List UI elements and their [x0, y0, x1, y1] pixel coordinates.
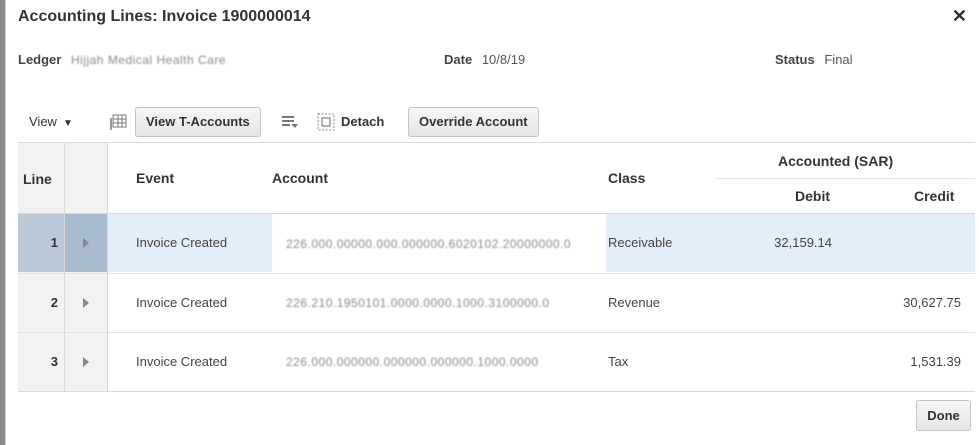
- close-icon[interactable]: ✕: [952, 6, 967, 26]
- column-header-event[interactable]: Event: [136, 170, 174, 186]
- event-cell: Invoice Created: [136, 235, 228, 250]
- line-number: 2: [50, 295, 58, 310]
- column-header-credit[interactable]: Credit: [914, 188, 954, 204]
- column-header-debit[interactable]: Debit: [795, 188, 830, 204]
- accounting-lines-table: Line Event Account Class Accounted (SAR)…: [18, 142, 975, 392]
- detach-button[interactable]: Detach: [341, 114, 384, 129]
- credit-cell: 30,627.75: [903, 295, 961, 310]
- account-value: 226.000.000000.000000.000000.1000.0000: [286, 355, 539, 369]
- debit-cell: 32,159.14: [774, 235, 832, 250]
- group-header-divider: [715, 178, 975, 179]
- account-cell: 226.000.00000.000.000000.6020102.2000000…: [272, 214, 606, 272]
- freeze-columns-icon[interactable]: [109, 112, 129, 132]
- caret-down-icon: ▼: [62, 118, 73, 129]
- status-value: Final: [824, 52, 853, 67]
- credit-cell: 1,531.39: [910, 354, 961, 369]
- column-header-line[interactable]: Line: [23, 171, 52, 187]
- column-divider: [107, 143, 108, 391]
- line-number: 1: [50, 235, 58, 250]
- class-cell: Tax: [608, 354, 629, 369]
- expand-row-icon[interactable]: [83, 357, 89, 367]
- date-label: Date: [444, 52, 473, 67]
- column-header-account[interactable]: Account: [272, 170, 328, 186]
- override-account-button[interactable]: Override Account: [408, 107, 539, 137]
- expand-row-icon[interactable]: [83, 238, 89, 248]
- view-t-accounts-button[interactable]: View T-Accounts: [135, 107, 261, 137]
- table-row[interactable]: 1 Invoice Created 226.000.00000.000.0000…: [18, 214, 975, 272]
- class-cell: Receivable: [608, 235, 673, 250]
- column-divider: [64, 143, 65, 391]
- date-field: Date 10/8/19: [444, 52, 525, 67]
- line-number: 3: [50, 354, 58, 369]
- account-value: 226.000.00000.000.000000.6020102.2000000…: [286, 237, 572, 251]
- ledger-label: Ledger: [18, 52, 62, 67]
- column-header-class[interactable]: Class: [608, 170, 645, 186]
- date-value: 10/8/19: [481, 52, 526, 67]
- status-field: Status Final: [775, 52, 853, 67]
- done-button[interactable]: Done: [916, 400, 971, 431]
- account-value: 226.210.1950101.0000.0000.1000.3100000.0: [286, 296, 550, 310]
- ledger-value: Hijjah Medical Health Care: [70, 53, 227, 67]
- table-row[interactable]: 3 Invoice Created 226.000.000000.000000.…: [18, 333, 975, 391]
- dialog-title: Accounting Lines: Invoice 1900000014: [18, 8, 311, 25]
- view-menu[interactable]: View ▼: [29, 114, 73, 129]
- account-cell: 226.000.000000.000000.000000.1000.0000: [272, 333, 606, 391]
- account-cell: 226.210.1950101.0000.0000.1000.3100000.0: [272, 274, 606, 333]
- class-cell: Revenue: [608, 295, 661, 310]
- event-cell: Invoice Created: [136, 354, 228, 369]
- detach-icon[interactable]: [316, 112, 336, 132]
- event-cell: Invoice Created: [136, 295, 228, 310]
- table-row[interactable]: 2 Invoice Created 226.210.1950101.0000.0…: [18, 274, 975, 333]
- ledger-field: Ledger Hijjah Medical Health Care: [18, 52, 226, 67]
- column-header-accounted-group: Accounted (SAR): [778, 153, 894, 169]
- accounting-lines-dialog: Accounting Lines: Invoice 1900000014 ✕ L…: [5, 0, 979, 445]
- expand-row-icon[interactable]: [83, 298, 89, 308]
- status-label: Status: [775, 52, 815, 67]
- filter-icon[interactable]: [280, 112, 300, 132]
- view-menu-label: View: [29, 114, 57, 129]
